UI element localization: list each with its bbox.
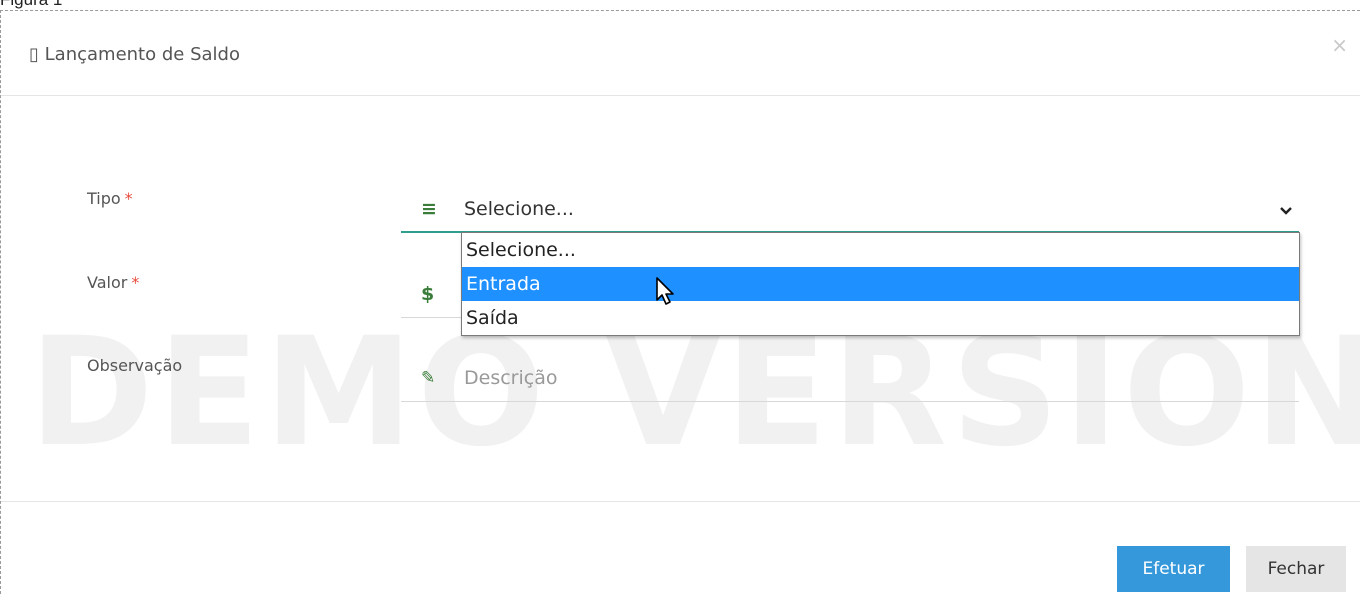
figure-caption: Figura 1 xyxy=(0,0,62,10)
title-placeholder-icon: ▯ xyxy=(29,44,39,65)
dropdown-option[interactable]: Selecione... xyxy=(462,233,1299,267)
bars-icon: ≡ xyxy=(421,198,437,220)
tipo-label: Tipo * xyxy=(87,189,133,208)
efetuar-button[interactable]: Efetuar xyxy=(1117,546,1230,592)
observacao-label: Observação xyxy=(87,356,183,375)
dropdown-option[interactable]: Entrada xyxy=(462,267,1299,301)
tipo-dropdown-list: Selecione... Entrada Saída xyxy=(461,232,1300,336)
close-icon[interactable]: × xyxy=(1331,33,1348,57)
observacao-placeholder: Descrição xyxy=(464,367,558,389)
dollar-icon: $ xyxy=(421,283,435,305)
required-mark: * xyxy=(131,273,140,292)
tipo-select-value: Selecione... xyxy=(464,198,574,220)
modal-footer: Efetuar Fechar xyxy=(1,501,1360,594)
required-mark: * xyxy=(124,189,133,208)
modal-header: ▯ Lançamento de Saldo × xyxy=(1,11,1360,96)
valor-label-text: Valor xyxy=(87,273,128,292)
page: Figura 1 DEMO VERSION ▯ Lançamento de Sa… xyxy=(0,0,1360,594)
tipo-select[interactable]: ≡ Selecione... xyxy=(401,189,1299,233)
dropdown-option[interactable]: Saída xyxy=(462,301,1299,335)
modal-title: ▯ Lançamento de Saldo xyxy=(29,44,240,65)
chevron-down-icon[interactable] xyxy=(1279,201,1293,220)
mouse-cursor-icon xyxy=(655,276,677,310)
fechar-button[interactable]: Fechar xyxy=(1246,546,1346,592)
modal-title-text: Lançamento de Saldo xyxy=(44,44,240,65)
observacao-input[interactable]: ✎ Descrição xyxy=(401,358,1299,402)
tipo-label-text: Tipo xyxy=(87,189,121,208)
valor-label: Valor * xyxy=(87,273,139,292)
edit-icon: ✎ xyxy=(421,368,436,388)
